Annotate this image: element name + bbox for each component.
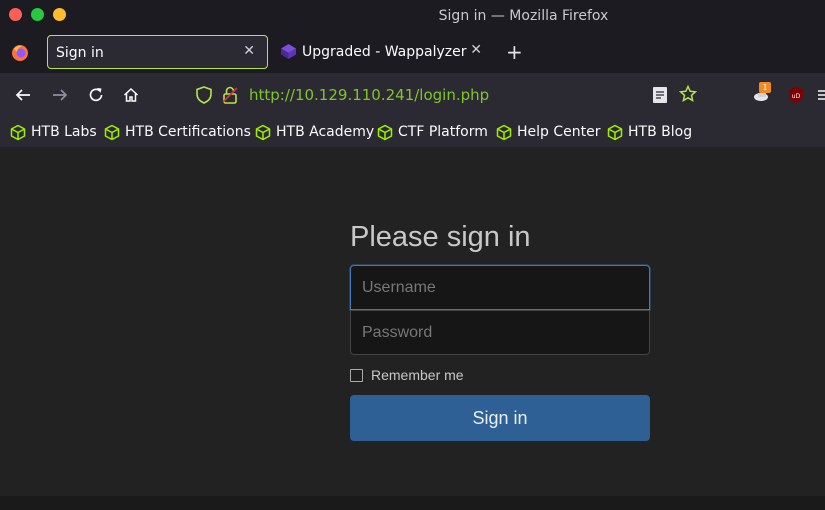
tab-upgraded-wappalyzer[interactable]: Upgraded - Wappalyzer ✕ (272, 35, 494, 69)
svg-text:uD: uD (792, 93, 801, 100)
bookmark-help-center[interactable]: Help Center (496, 122, 601, 142)
htb-cube-icon (104, 124, 120, 140)
menu-icon[interactable] (816, 86, 825, 104)
navigation-toolbar: http://10.129.110.241/login.php 1 uD (0, 73, 825, 117)
new-tab-icon[interactable]: + (506, 42, 523, 62)
insecure-lock-icon[interactable] (222, 86, 238, 108)
htb-cube-icon (255, 124, 271, 140)
bookmark-htb-labs[interactable]: HTB Labs (10, 122, 97, 142)
bookmark-label: HTB Blog (628, 124, 693, 140)
reload-icon[interactable] (87, 86, 105, 108)
bookmark-label: Help Center (517, 124, 601, 140)
bookmark-label: HTB Labs (31, 124, 97, 140)
password-input[interactable] (350, 310, 650, 355)
bookmark-htb-academy[interactable]: HTB Academy (255, 122, 374, 142)
tab-bar: Sign in ✕ Upgraded - Wappalyzer ✕ + (0, 33, 825, 73)
reader-view-icon[interactable] (652, 86, 668, 108)
tab-sign-in[interactable]: Sign in ✕ (47, 35, 268, 69)
htb-cube-icon (607, 124, 623, 140)
remember-me-label: Remember me (371, 367, 464, 383)
tab-close-icon[interactable]: ✕ (243, 43, 255, 59)
bookmark-htb-blog[interactable]: HTB Blog (607, 122, 692, 142)
page-title: Please sign in (350, 221, 531, 253)
extension-badge: 1 (759, 82, 771, 93)
tab-close-icon[interactable]: ✕ (470, 42, 482, 58)
bookmark-label: CTF Platform (398, 124, 488, 140)
page-bottom-strip (0, 496, 825, 510)
firefox-view-icon[interactable] (11, 44, 29, 66)
htb-cube-icon (496, 124, 512, 140)
remember-me-row[interactable]: Remember me (350, 367, 464, 383)
ublock-origin-icon[interactable]: uD (788, 86, 804, 108)
htb-cube-icon (377, 124, 393, 140)
bookmark-htb-certifications[interactable]: HTB Certifications (104, 122, 251, 142)
home-icon[interactable] (122, 86, 140, 108)
bookmark-label: HTB Certifications (125, 124, 251, 140)
url-field[interactable]: http://10.129.110.241/login.php (249, 86, 489, 104)
sign-in-button[interactable]: Sign in (350, 395, 650, 441)
tracking-shield-icon[interactable] (196, 86, 212, 108)
window-titlebar: Sign in — Mozilla Firefox (0, 0, 825, 33)
bookmark-star-icon[interactable] (678, 84, 698, 107)
forward-arrow-icon[interactable] (51, 86, 69, 108)
bookmarks-toolbar: HTB Labs HTB Certifications HTB Academy … (0, 117, 825, 147)
htb-cube-icon (10, 124, 26, 140)
tab-label: Sign in (56, 45, 104, 61)
window-title: Sign in — Mozilla Firefox (438, 8, 609, 24)
back-arrow-icon[interactable] (14, 86, 32, 108)
remember-me-checkbox[interactable] (350, 368, 363, 382)
bookmark-label: HTB Academy (276, 124, 375, 140)
tab-label: Upgraded - Wappalyzer (302, 44, 467, 60)
bookmark-ctf-platform[interactable]: CTF Platform (377, 122, 488, 142)
wappalyzer-icon (280, 43, 297, 64)
username-input[interactable] (350, 265, 650, 310)
